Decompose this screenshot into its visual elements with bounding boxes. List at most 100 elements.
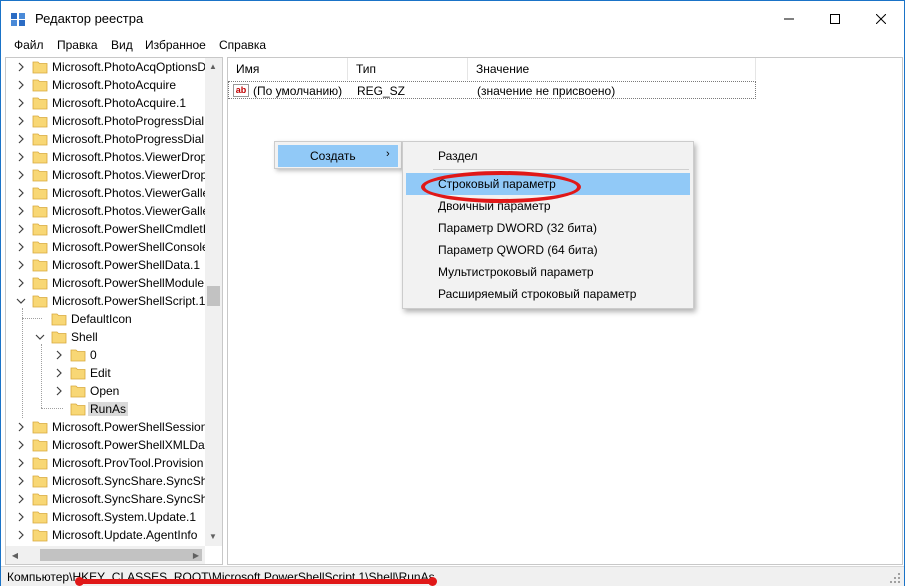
tree-node[interactable]: Microsoft.PhotoProgressDial [6,112,206,130]
menu-favorites[interactable]: Избранное [145,38,206,52]
close-button[interactable] [858,1,904,37]
chevron-right-icon[interactable] [16,223,26,235]
tree-node[interactable]: Microsoft.ProvTool.Provision [6,454,206,472]
minimize-button[interactable] [766,1,812,37]
chevron-right-icon[interactable] [16,259,26,271]
tree-horizontal-scroll-thumb[interactable] [40,549,202,561]
tree-node[interactable]: Microsoft.PowerShellScript.1 [6,292,206,310]
menu-help[interactable]: Справка [219,38,266,52]
tree-node[interactable]: 0 [6,346,206,364]
menu-edit[interactable]: Правка [57,38,98,52]
submenu-item-dword-value[interactable]: Параметр DWORD (32 бита) [406,217,690,239]
submenu-item-label: Мультистроковый параметр [438,265,594,279]
tree-node[interactable]: Microsoft.PowerShellCmdletI [6,220,206,238]
chevron-right-icon[interactable] [54,385,64,397]
context-menu-create-label: Создать [310,149,356,163]
tree-node[interactable]: Microsoft.System.Update.1 [6,508,206,526]
scroll-up-arrow-icon[interactable]: ▲ [207,60,219,72]
tree-node-label: Microsoft.PhotoProgressDial [52,114,205,128]
column-header-value[interactable]: Значение [468,58,756,80]
submenu-item-key[interactable]: Раздел [406,145,690,167]
tree-vertical-scrollbar[interactable]: ▲ ▼ [205,58,222,546]
chevron-right-icon[interactable] [16,439,26,451]
tree-node-label: Microsoft.PhotoProgressDial [52,132,205,146]
tree-node[interactable]: Microsoft.PhotoAcquire.1 [6,94,206,112]
chevron-right-icon[interactable] [16,493,26,505]
chevron-right-icon[interactable] [54,367,64,379]
tree-node[interactable]: Microsoft.PhotoAcqOptionsD [6,58,206,76]
tree-node-label: Microsoft.Update.AgentInfo [52,528,198,542]
chevron-right-icon: › [386,148,390,160]
folder-icon [32,79,48,92]
tree-node[interactable]: Shell [6,328,206,346]
submenu-item-qword-value[interactable]: Параметр QWORD (64 бита) [406,239,690,261]
tree-node-label: Microsoft.PhotoAcquire [52,78,177,92]
tree-node[interactable]: Microsoft.PowerShellConsole [6,238,209,256]
column-header-type[interactable]: Тип [348,58,468,80]
tree-node[interactable]: Microsoft.Photos.ViewerDrop [6,166,207,184]
chevron-down-icon[interactable] [35,331,45,343]
tree-node[interactable]: Microsoft.PowerShellModule [6,274,206,292]
chevron-right-icon[interactable] [16,241,26,253]
maximize-button[interactable] [812,1,858,37]
chevron-down-icon[interactable] [16,295,26,307]
submenu-item-expandable-string-value[interactable]: Расширяемый строковый параметр [406,283,690,305]
chevron-right-icon[interactable] [16,205,26,217]
folder-icon [32,529,48,542]
chevron-right-icon[interactable] [16,187,26,199]
window-title: Редактор реестра [35,11,144,26]
tree-node[interactable]: DefaultIcon [6,310,206,328]
column-header-name[interactable]: Имя [228,58,348,80]
values-list[interactable]: Имя Тип Значение ab (По умолчанию) REG_S… [227,57,903,565]
tree-node[interactable]: Microsoft.PhotoProgressDial [6,130,206,148]
folder-icon [32,61,48,74]
tree-node-label: Microsoft.ProvTool.Provision [52,456,204,470]
folder-icon [32,151,48,164]
value-row-default[interactable]: ab (По умолчанию) REG_SZ (значение не пр… [228,81,756,99]
chevron-right-icon[interactable] [16,421,26,433]
tree-vertical-scroll-thumb[interactable] [207,286,220,306]
chevron-right-icon[interactable] [16,61,26,73]
chevron-right-icon[interactable] [16,79,26,91]
chevron-right-icon[interactable] [54,349,64,361]
resize-grip-icon[interactable] [889,572,901,584]
chevron-right-icon[interactable] [16,475,26,487]
tree-node[interactable]: RunAs [6,400,206,418]
tree-horizontal-scrollbar[interactable]: ◀ ▶ [6,546,205,564]
tree-node[interactable]: Open [6,382,206,400]
title-bar[interactable]: Редактор реестра [1,1,904,37]
context-menu: Создать › [274,141,402,169]
tree-node-label: Microsoft.PowerShellCmdletI [52,222,207,236]
chevron-right-icon[interactable] [16,529,26,541]
tree-node-label: Microsoft.PowerShellScript.1 [52,294,206,308]
submenu-item-multistring-value[interactable]: Мультистроковый параметр [406,261,690,283]
tree-node[interactable]: Microsoft.Photos.ViewerGalle [6,184,209,202]
tree-node[interactable]: Microsoft.PowerShellSession [6,418,207,436]
chevron-right-icon[interactable] [16,133,26,145]
chevron-right-icon[interactable] [16,457,26,469]
folder-icon [32,169,48,182]
tree-node-label: 0 [90,348,97,362]
chevron-right-icon[interactable] [16,115,26,127]
tree-node[interactable]: Microsoft.PowerShellData.1 [6,256,206,274]
chevron-right-icon[interactable] [16,511,26,523]
tree-node[interactable]: Edit [6,364,206,382]
chevron-right-icon[interactable] [16,169,26,181]
scroll-down-arrow-icon[interactable]: ▼ [207,530,219,542]
scroll-right-arrow-icon[interactable]: ▶ [190,549,202,561]
menu-view[interactable]: Вид [111,38,133,52]
tree-node[interactable]: Microsoft.Photos.ViewerDrop [6,148,207,166]
chevron-right-icon[interactable] [16,277,26,289]
tree-node[interactable]: Microsoft.PowerShellXMLDat [6,436,208,454]
tree-node[interactable]: Microsoft.Photos.ViewerGalle [6,202,209,220]
scroll-left-arrow-icon[interactable]: ◀ [9,549,21,561]
registry-key-tree[interactable]: Microsoft.PhotoAcqOptionsD Microsoft.Phot… [5,57,223,565]
menu-file[interactable]: Файл [14,38,44,52]
tree-node[interactable]: Microsoft.PhotoAcquire [6,76,206,94]
context-menu-create[interactable]: Создать › [278,145,398,167]
tree-node[interactable]: Microsoft.SyncShare.SyncSha [6,490,214,508]
chevron-right-icon[interactable] [16,97,26,109]
tree-node[interactable]: Microsoft.Update.AgentInfo [6,526,206,544]
chevron-right-icon[interactable] [16,151,26,163]
tree-node[interactable]: Microsoft.SyncShare.SyncSha [6,472,214,490]
